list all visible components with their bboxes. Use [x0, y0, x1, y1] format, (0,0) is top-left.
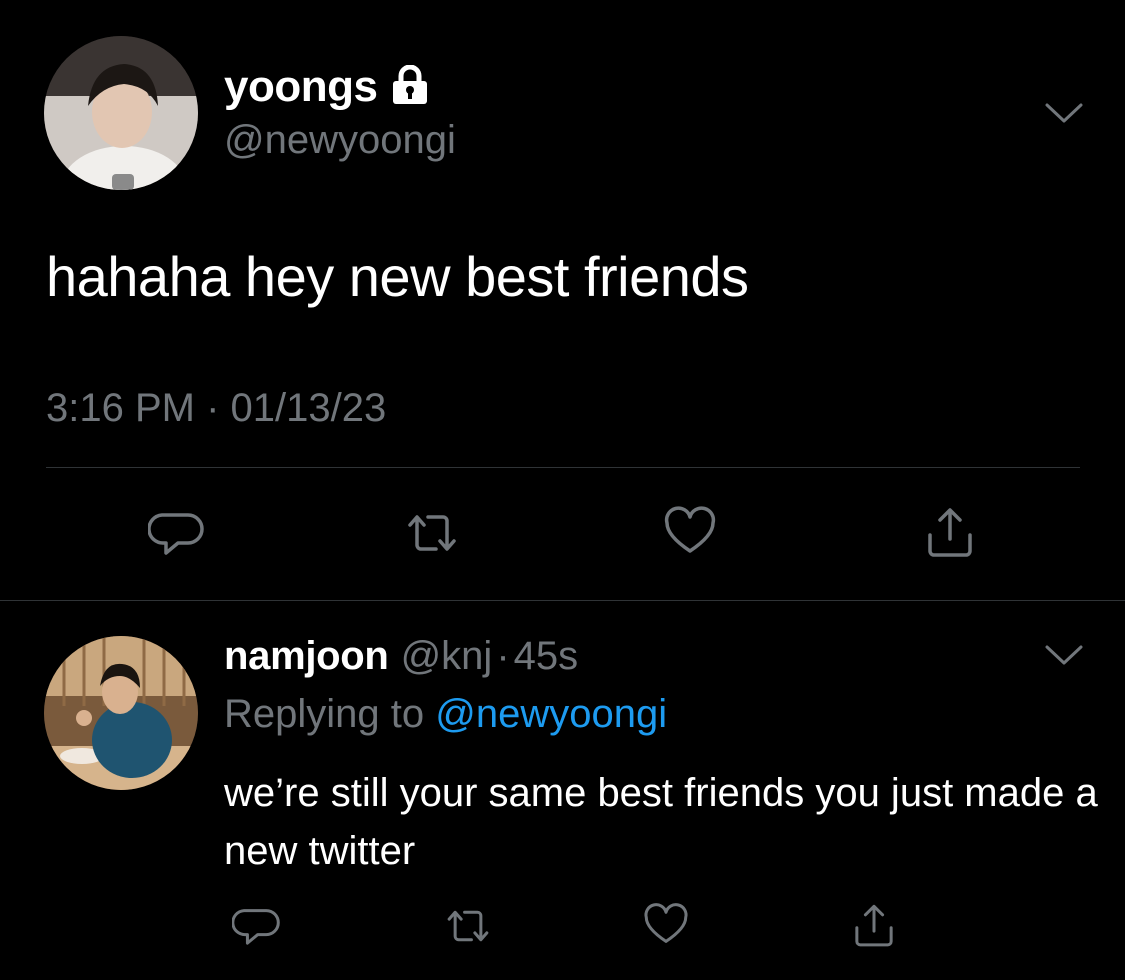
retweet-icon	[444, 902, 492, 955]
retweet-icon	[404, 505, 460, 566]
retweet-button[interactable]	[438, 898, 498, 958]
divider	[0, 600, 1125, 601]
handle[interactable]: @newyoongi	[224, 118, 456, 163]
share-icon	[850, 902, 898, 955]
like-icon	[662, 505, 718, 566]
tweet-age[interactable]: 45s	[514, 634, 579, 679]
avatar[interactable]	[44, 636, 198, 790]
reply-header: namjoon @knj · 45s	[224, 634, 578, 679]
chevron-down-icon[interactable]	[1044, 102, 1084, 126]
reply-icon	[231, 902, 280, 955]
tweet-text: we’re still your same best friends you j…	[224, 771, 1098, 873]
reply-button[interactable]	[146, 505, 206, 565]
mention-link[interactable]: @newyoongi	[435, 692, 667, 736]
display-name-row: yoongs	[224, 62, 429, 112]
share-icon	[922, 505, 978, 566]
like-button[interactable]	[660, 505, 720, 565]
divider	[46, 467, 1080, 468]
like-icon	[642, 902, 690, 955]
tweet-text: hahaha hey new best friends	[46, 245, 749, 308]
replying-prefix: Replying to	[224, 692, 425, 736]
reply-icon	[147, 505, 204, 566]
lock-icon	[391, 64, 429, 110]
reply-button[interactable]	[226, 898, 286, 958]
display-name[interactable]: yoongs	[224, 62, 378, 112]
share-button[interactable]	[920, 505, 980, 565]
replying-to: Replying to @newyoongi	[224, 692, 667, 737]
retweet-button[interactable]	[402, 505, 462, 565]
display-name[interactable]: namjoon	[224, 634, 389, 679]
share-button[interactable]	[844, 898, 904, 958]
like-button[interactable]	[636, 898, 696, 958]
avatar[interactable]	[44, 36, 198, 190]
chevron-down-icon[interactable]	[1044, 644, 1084, 668]
handle[interactable]: @knj	[401, 634, 493, 679]
timestamp[interactable]: 3:16 PM · 01/13/23	[46, 386, 386, 431]
separator: ·	[496, 634, 510, 678]
